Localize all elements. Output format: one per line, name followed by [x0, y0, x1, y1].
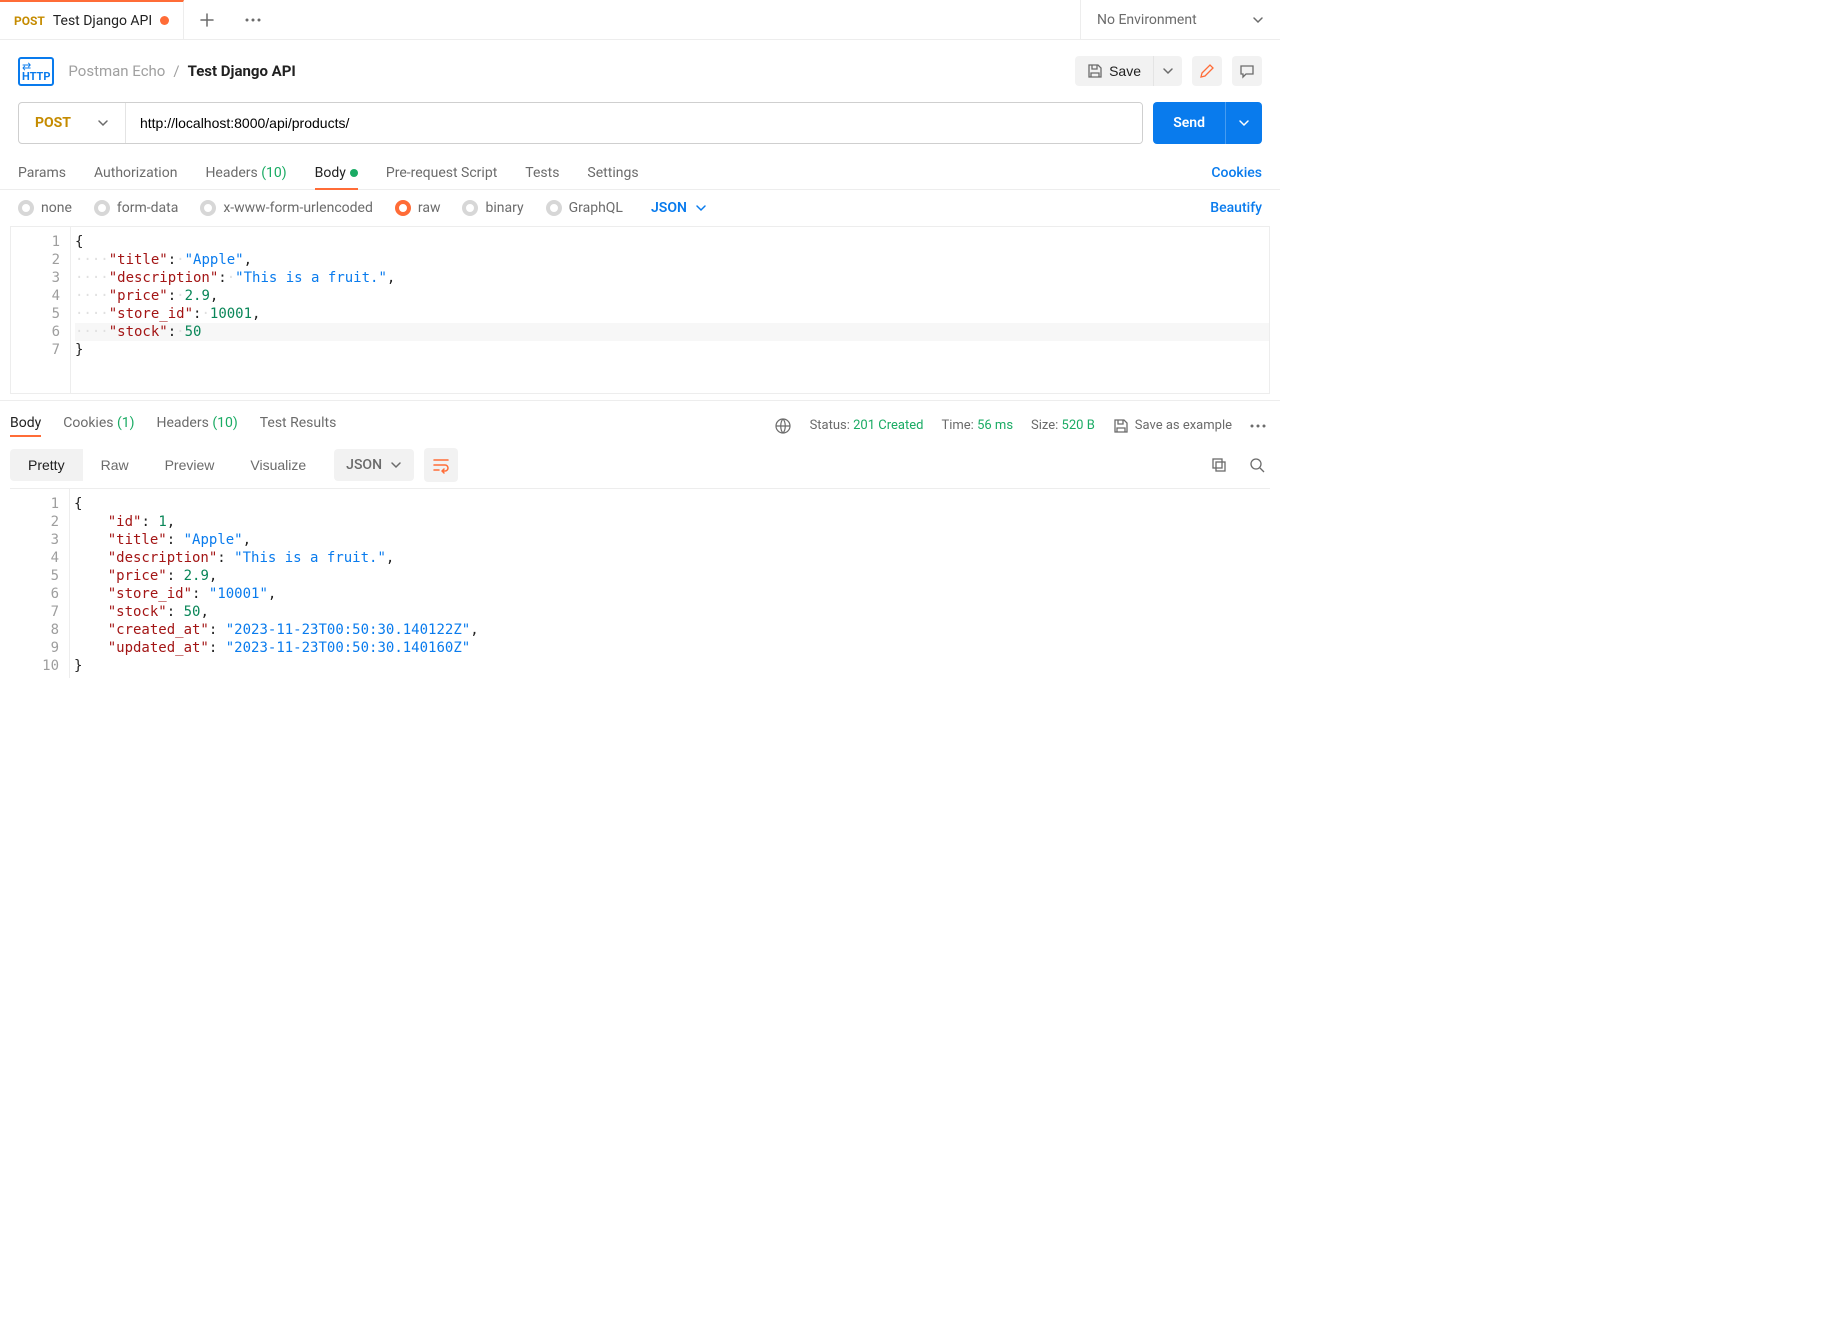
response-more-button[interactable]	[1250, 424, 1266, 428]
chevron-down-icon	[1162, 65, 1174, 77]
method-url-group: POST	[18, 102, 1143, 144]
body-type-graphql[interactable]: GraphQL	[546, 200, 623, 216]
gutter: 12345678910	[10, 489, 70, 678]
body-type-row: none form-data x-www-form-urlencoded raw…	[0, 190, 1280, 226]
chevron-down-icon	[695, 202, 707, 214]
code-lines: {····"title":·"Apple",····"description":…	[71, 227, 1269, 393]
resp-tab-body[interactable]: Body	[10, 415, 41, 436]
breadcrumb: Postman Echo / Test Django API	[68, 62, 295, 80]
tab-params[interactable]: Params	[18, 165, 66, 189]
tab-headers[interactable]: Headers (10)	[205, 165, 286, 189]
body-type-urlencoded[interactable]: x-www-form-urlencoded	[200, 200, 373, 216]
view-pretty[interactable]: Pretty	[10, 449, 83, 481]
tab-settings[interactable]: Settings	[587, 165, 638, 189]
comments-button[interactable]	[1232, 56, 1262, 86]
time-info: Time: 56 ms	[941, 418, 1013, 433]
globe-icon[interactable]	[774, 417, 792, 435]
tab-tests[interactable]: Tests	[525, 165, 559, 189]
tab-bar: POST Test Django API No Environment	[0, 0, 1280, 40]
request-header: HTTP Postman Echo / Test Django API Save	[0, 40, 1280, 102]
comment-icon	[1239, 63, 1255, 79]
body-language-select[interactable]: JSON	[651, 200, 707, 216]
beautify-button[interactable]: Beautify	[1210, 200, 1262, 216]
code-lines: { "id": 1, "title": "Apple", "descriptio…	[70, 489, 1270, 678]
copy-button[interactable]	[1210, 456, 1228, 474]
breadcrumb-request: Test Django API	[188, 62, 296, 80]
tab-title: Test Django API	[53, 13, 152, 29]
response-toolbar-right	[1210, 456, 1266, 474]
unsaved-indicator-icon	[160, 16, 169, 25]
http-icon: HTTP	[18, 57, 54, 86]
modified-indicator-icon	[350, 169, 358, 177]
body-type-binary[interactable]: binary	[462, 200, 523, 216]
status-info: Status: 201 Created	[810, 418, 924, 433]
save-button[interactable]: Save	[1075, 56, 1153, 86]
request-body-editor[interactable]: 1234567 {····"title":·"Apple",····"descr…	[10, 226, 1270, 394]
view-preview[interactable]: Preview	[147, 449, 233, 481]
url-row: POST Send	[0, 102, 1280, 158]
wrap-icon	[432, 456, 450, 474]
tab-body[interactable]: Body	[315, 165, 358, 189]
body-type-formdata[interactable]: form-data	[94, 200, 178, 216]
body-type-none[interactable]: none	[18, 200, 72, 216]
view-visualize[interactable]: Visualize	[232, 449, 324, 481]
request-subtabs: Params Authorization Headers (10) Body P…	[0, 158, 1280, 190]
resp-tab-headers[interactable]: Headers (10)	[157, 415, 238, 436]
breadcrumb-separator: /	[173, 62, 179, 80]
response-language-select[interactable]: JSON	[334, 449, 414, 481]
view-mode-segment: Pretty Raw Preview Visualize	[10, 449, 324, 481]
response-meta: Status: 201 Created Time: 56 ms Size: 52…	[774, 417, 1266, 435]
edit-button[interactable]	[1192, 56, 1222, 86]
breadcrumb-collection[interactable]: Postman Echo	[68, 62, 165, 80]
send-button-group: Send	[1153, 102, 1262, 144]
new-tab-button[interactable]	[184, 0, 230, 39]
tab-authorization[interactable]: Authorization	[94, 165, 177, 189]
environment-select[interactable]: No Environment	[1080, 0, 1280, 39]
search-icon	[1248, 456, 1266, 474]
search-response-button[interactable]	[1248, 456, 1266, 474]
size-info: Size: 520 B	[1031, 418, 1095, 433]
chevron-down-icon	[390, 459, 402, 471]
tab-prerequest[interactable]: Pre-request Script	[386, 165, 497, 189]
send-button[interactable]: Send	[1153, 102, 1225, 144]
save-icon	[1113, 418, 1129, 434]
pencil-icon	[1199, 63, 1215, 79]
resp-tab-testresults[interactable]: Test Results	[260, 415, 337, 436]
cookies-link[interactable]: Cookies	[1211, 165, 1262, 189]
view-raw[interactable]: Raw	[83, 449, 147, 481]
save-icon	[1087, 63, 1103, 79]
response-view-row: Pretty Raw Preview Visualize JSON	[0, 442, 1280, 488]
copy-icon	[1210, 456, 1228, 474]
word-wrap-button[interactable]	[424, 448, 458, 482]
tab-overflow-button[interactable]	[230, 0, 276, 39]
chevron-down-icon	[97, 117, 109, 129]
tab-method: POST	[14, 14, 45, 28]
save-menu-button[interactable]	[1153, 56, 1182, 86]
resp-tab-cookies[interactable]: Cookies (1)	[63, 415, 134, 436]
response-subtabs: Body Cookies (1) Headers (10) Test Resul…	[0, 400, 1280, 442]
method-select[interactable]: POST	[19, 103, 126, 143]
header-actions: Save	[1075, 56, 1262, 86]
body-type-raw[interactable]: raw	[395, 200, 441, 216]
url-input[interactable]	[126, 103, 1142, 143]
request-tab[interactable]: POST Test Django API	[0, 0, 184, 39]
save-as-example-button[interactable]: Save as example	[1113, 418, 1232, 434]
chevron-down-icon	[1238, 117, 1250, 129]
environment-label: No Environment	[1097, 12, 1197, 28]
response-body-viewer[interactable]: 12345678910 { "id": 1, "title": "Apple",…	[10, 488, 1270, 678]
save-button-group: Save	[1075, 56, 1182, 86]
send-menu-button[interactable]	[1225, 102, 1262, 144]
chevron-down-icon	[1252, 14, 1264, 26]
gutter: 1234567	[11, 227, 71, 393]
